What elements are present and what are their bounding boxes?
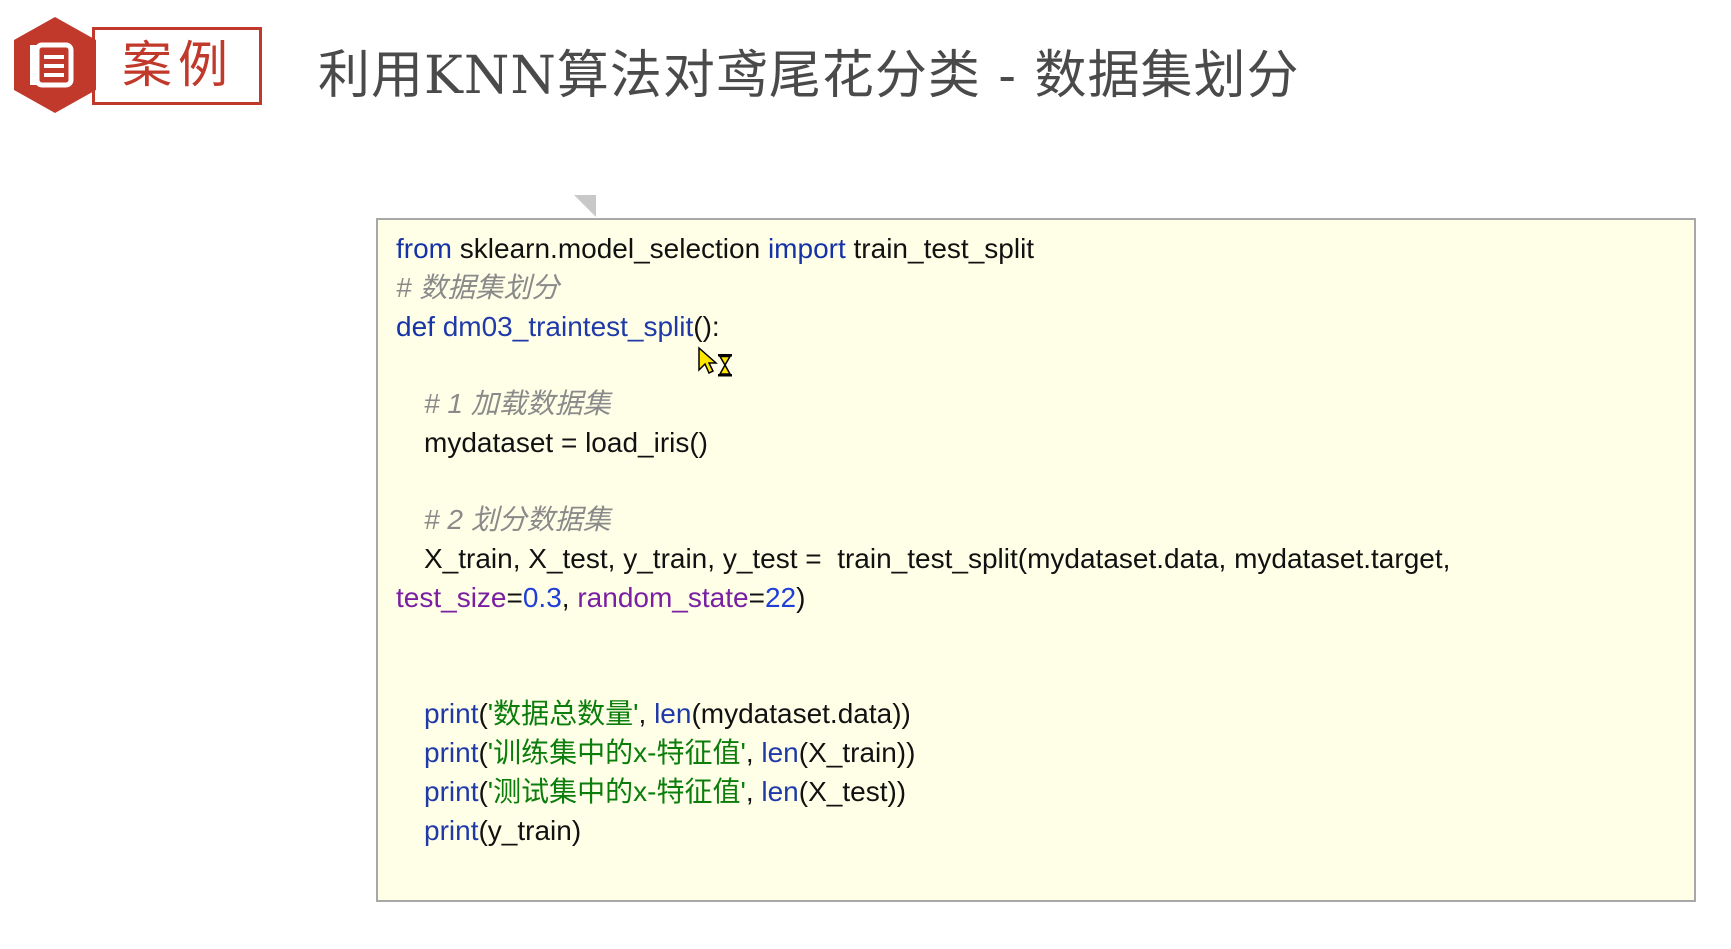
imported-name: train_test_split	[845, 233, 1035, 264]
param-test-size: test_size	[396, 582, 507, 613]
print-args: (y_train)	[478, 815, 582, 846]
badge-label: 案例	[122, 36, 234, 94]
code-line-print-total: print('数据总数量', len(mydataset.data))	[424, 695, 911, 733]
string-literal: '训练集中的x-特征值'	[487, 737, 746, 768]
open-paren: (	[478, 698, 488, 729]
document-icon	[14, 17, 96, 113]
param-random-state: random_state	[577, 582, 749, 613]
equals-2: =	[748, 582, 765, 613]
print-fn: print	[424, 698, 479, 729]
arg-separator: ,	[745, 737, 762, 768]
close-paren: )	[796, 582, 806, 613]
print-fn: print	[424, 776, 479, 807]
module-name: sklearn.model_selection	[452, 233, 768, 264]
len-args: (X_test))	[798, 776, 907, 807]
value-random-state: 22	[764, 582, 797, 613]
code-line-def: def dm03_traintest_split():	[396, 308, 720, 346]
arg-separator: ,	[561, 582, 578, 613]
code-comment-divide: # 2 划分数据集	[424, 504, 611, 535]
open-paren: (	[478, 776, 488, 807]
code-line-split-args: test_size=0.3, random_state=22)	[396, 579, 805, 617]
arg-separator: ,	[745, 776, 762, 807]
panel-notch	[574, 195, 596, 217]
len-fn: len	[761, 776, 799, 807]
function-name: dm03_traintest_split	[442, 311, 694, 342]
len-args: (mydataset.data))	[691, 698, 911, 729]
arg-separator: ,	[638, 698, 655, 729]
header-badge: 案例	[10, 15, 265, 115]
len-args: (X_train))	[798, 737, 916, 768]
code-comment-split: # 数据集划分	[396, 272, 560, 303]
code-line-print-test: print('测试集中的x-特征值', len(X_test))	[424, 773, 906, 811]
print-fn: print	[424, 737, 479, 768]
code-line-split-call: X_train, X_test, y_train, y_test = train…	[424, 543, 1451, 574]
string-literal: '测试集中的x-特征值'	[487, 776, 746, 807]
len-fn: len	[761, 737, 799, 768]
def-parens: ():	[693, 311, 720, 342]
code-line-1: from sklearn.model_selection import trai…	[396, 230, 1034, 268]
code-comment-load: # 1 加载数据集	[424, 388, 611, 419]
len-fn: len	[654, 698, 692, 729]
code-panel: from sklearn.model_selection import trai…	[376, 218, 1696, 902]
keyword-import: import	[767, 233, 846, 264]
busy-cursor-icon	[698, 346, 732, 377]
code-line-print-train: print('训练集中的x-特征值', len(X_train))	[424, 734, 915, 772]
open-paren: (	[478, 737, 488, 768]
keyword-def: def	[396, 311, 443, 342]
keyword-from: from	[396, 233, 452, 264]
code-line-print-ytrain: print(y_train)	[424, 812, 581, 850]
print-fn: print	[424, 815, 479, 846]
code-line-load: mydataset = load_iris()	[424, 427, 709, 458]
value-test-size: 0.3	[522, 582, 562, 613]
equals-1: =	[506, 582, 523, 613]
page-title: 利用KNN算法对鸢尾花分类 - 数据集划分	[318, 46, 1300, 106]
string-literal: '数据总数量'	[487, 698, 639, 729]
